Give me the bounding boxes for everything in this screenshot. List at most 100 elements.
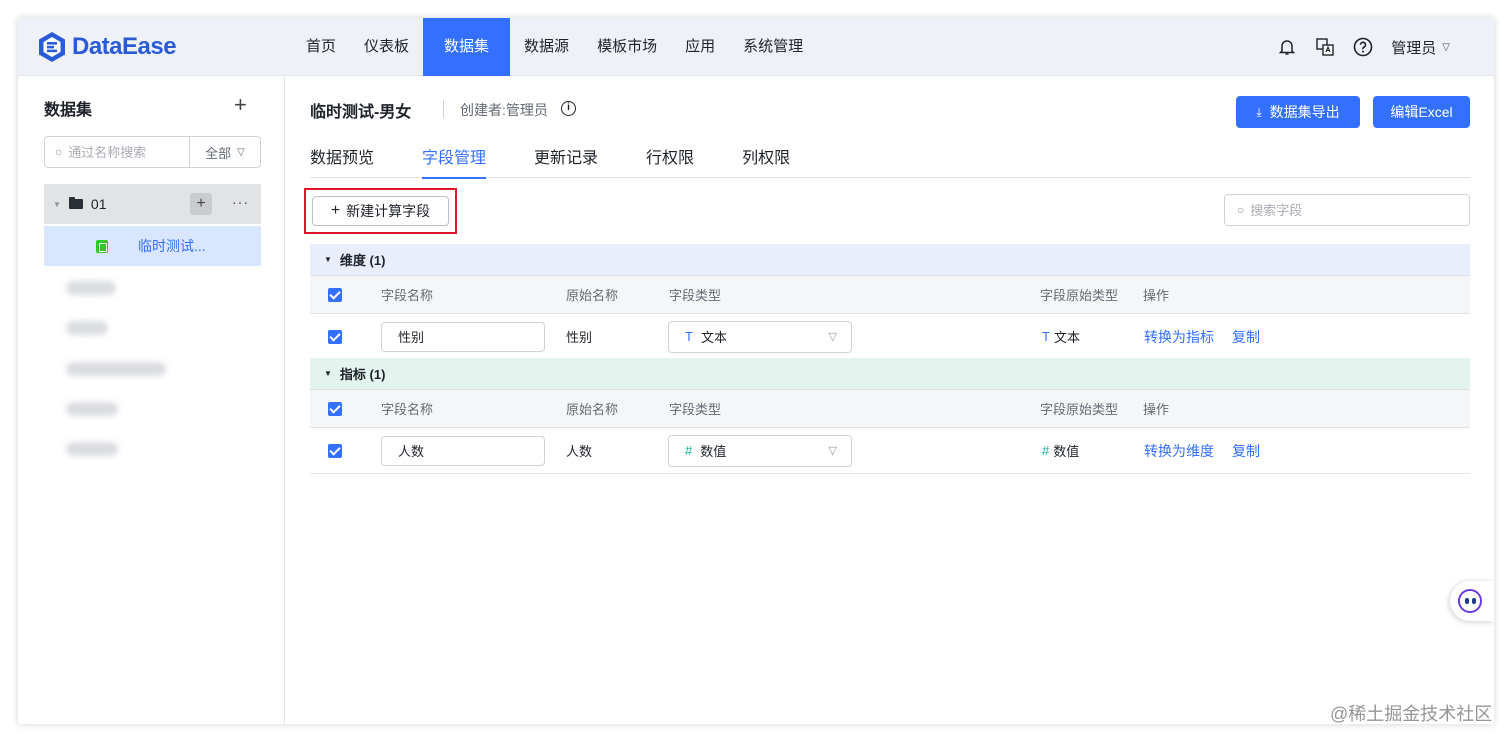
dimension-section-title: 维度 (1) bbox=[339, 253, 386, 268]
blurred-tree-item[interactable] bbox=[66, 442, 118, 456]
export-dataset-button[interactable]: ⤓ 数据集导出 bbox=[1236, 96, 1360, 128]
select-all-checkbox[interactable] bbox=[328, 287, 342, 302]
tree-folder-01[interactable]: ▼ 01 + ··· bbox=[44, 184, 261, 224]
origin-type: 数值 bbox=[1053, 444, 1080, 459]
origin-type: 文本 bbox=[1053, 330, 1080, 345]
tree-item-label: 临时测试... bbox=[138, 238, 206, 254]
add-in-folder-button[interactable]: + bbox=[190, 193, 212, 215]
header-origin-name: 原始名称 bbox=[566, 402, 619, 417]
blurred-tree-item[interactable] bbox=[66, 281, 116, 295]
blurred-tree-item[interactable] bbox=[66, 321, 108, 335]
download-icon: ⤓ bbox=[1256, 104, 1262, 119]
nav-item-home[interactable]: 首页 bbox=[292, 18, 350, 76]
edit-excel-button[interactable]: 编辑Excel bbox=[1373, 96, 1470, 128]
more-icon[interactable]: ··· bbox=[232, 194, 249, 210]
sidebar-search-input[interactable] bbox=[68, 144, 177, 160]
new-calculated-field-label: 新建计算字段 bbox=[346, 203, 431, 219]
copy-field-link[interactable]: 复制 bbox=[1232, 441, 1260, 461]
convert-to-metric-link[interactable]: 转换为指标 bbox=[1144, 327, 1214, 347]
tab-data-preview[interactable]: 数据预览 bbox=[310, 144, 374, 178]
nav-item-template-market[interactable]: 模板市场 bbox=[583, 18, 671, 76]
dimension-section-header[interactable]: ▼ 维度 (1) bbox=[310, 244, 1470, 276]
chevron-down-icon: ▽ bbox=[828, 330, 837, 343]
chevron-down-icon: ▽ bbox=[237, 146, 245, 158]
header-origin-type: 字段原始类型 bbox=[1040, 402, 1119, 417]
table-row: 性别 T 文本 ▽ T 文本 转换为指标 复制 bbox=[310, 314, 1470, 360]
header-field-name: 字段名称 bbox=[381, 288, 434, 303]
row-checkbox[interactable] bbox=[328, 329, 342, 344]
field-name-input[interactable] bbox=[381, 435, 545, 466]
add-dataset-icon[interactable]: + bbox=[234, 94, 247, 116]
tab-column-permissions[interactable]: 列权限 bbox=[742, 144, 790, 178]
number-type-icon: # bbox=[1042, 443, 1050, 458]
nav-item-datasource[interactable]: 数据源 bbox=[510, 18, 583, 76]
tree-item-dataset[interactable]: 临时测试... bbox=[44, 226, 261, 266]
dataset-title: 临时测试-男女 bbox=[310, 104, 412, 121]
field-type-value: 文本 bbox=[700, 330, 727, 345]
convert-to-dimension-link[interactable]: 转换为维度 bbox=[1144, 441, 1214, 461]
field-type-select[interactable]: T 文本 ▽ bbox=[668, 320, 852, 353]
sidebar-filter-select[interactable]: 全部 ▽ bbox=[189, 136, 261, 168]
plus-icon: + bbox=[330, 202, 341, 219]
origin-name: 性别 bbox=[566, 330, 593, 345]
origin-name: 人数 bbox=[566, 444, 593, 459]
user-menu[interactable]: 管理员 ▽ bbox=[1391, 37, 1450, 58]
number-type-icon: # bbox=[685, 443, 693, 458]
metric-table-header: 字段名称 原始名称 字段类型 字段原始类型 操作 bbox=[310, 390, 1470, 428]
new-calculated-field-button[interactable]: + 新建计算字段 bbox=[312, 196, 449, 226]
main-nav: 首页 仪表板 数据集 数据源 模板市场 应用 系统管理 bbox=[292, 18, 817, 76]
field-name-input[interactable] bbox=[381, 321, 545, 352]
nav-item-dataset[interactable]: 数据集 bbox=[423, 18, 511, 76]
app-name: DataEase bbox=[72, 33, 177, 60]
filter-value: 全部 bbox=[205, 145, 232, 161]
folder-icon bbox=[68, 197, 83, 209]
field-type-value: 数值 bbox=[700, 444, 727, 459]
sidebar-title: 数据集 bbox=[44, 102, 93, 119]
caret-down-icon[interactable]: ▼ bbox=[324, 255, 332, 264]
field-search[interactable]: ○ bbox=[1224, 194, 1470, 226]
blurred-tree-item[interactable] bbox=[66, 362, 166, 376]
header-field-type: 字段类型 bbox=[669, 288, 722, 303]
nav-item-dashboard[interactable]: 仪表板 bbox=[350, 18, 423, 76]
header-actions: 操作 bbox=[1143, 288, 1170, 303]
copy-field-link[interactable]: 复制 bbox=[1232, 327, 1260, 347]
help-icon[interactable] bbox=[1353, 37, 1373, 57]
app-window: DataEase 首页 仪表板 数据集 数据源 模板市场 应用 系统管理 管理员… bbox=[18, 18, 1494, 724]
info-icon[interactable]: i bbox=[561, 101, 576, 116]
highlight-box: + 新建计算字段 bbox=[304, 188, 457, 234]
dataset-sidebar: 数据集 + ○ 全部 ▽ ▼ 01 + ··· 临时测试... bbox=[18, 76, 285, 724]
dataease-logo-icon bbox=[39, 32, 65, 62]
header-actions: 操作 bbox=[1143, 402, 1170, 417]
field-type-select[interactable]: # 数值 ▽ bbox=[668, 434, 852, 467]
dataset-creator: 创建者:管理员 bbox=[460, 102, 548, 118]
select-all-checkbox[interactable] bbox=[328, 401, 342, 416]
sidebar-search[interactable]: ○ bbox=[44, 136, 190, 168]
row-checkbox[interactable] bbox=[328, 443, 342, 458]
table-row: 人数 # 数值 ▽ # 数值 转换为维度 复制 bbox=[310, 428, 1470, 474]
excel-dataset-icon bbox=[96, 239, 108, 253]
app-logo[interactable]: DataEase bbox=[36, 30, 177, 64]
caret-down-icon[interactable]: ▼ bbox=[53, 200, 61, 209]
text-type-icon: T bbox=[685, 329, 693, 344]
nav-item-apps[interactable]: 应用 bbox=[671, 18, 729, 76]
tab-update-records[interactable]: 更新记录 bbox=[534, 144, 598, 178]
tab-field-management[interactable]: 字段管理 bbox=[422, 144, 487, 179]
user-name: 管理员 bbox=[1391, 39, 1437, 57]
field-search-input[interactable] bbox=[1250, 202, 1451, 218]
tab-row-permissions[interactable]: 行权限 bbox=[646, 144, 694, 178]
search-icon: ○ bbox=[55, 145, 63, 159]
language-switch-icon[interactable] bbox=[1315, 37, 1335, 57]
top-right-actions: 管理员 ▽ bbox=[1277, 18, 1494, 76]
header-origin-type: 字段原始类型 bbox=[1040, 288, 1119, 303]
bell-icon[interactable] bbox=[1277, 37, 1297, 57]
dataset-tabs: 数据预览 字段管理 更新记录 行权限 列权限 bbox=[310, 144, 1470, 179]
text-type-icon: T bbox=[1042, 329, 1050, 344]
nav-item-system-management[interactable]: 系统管理 bbox=[729, 18, 817, 76]
folder-name: 01 bbox=[90, 196, 107, 212]
chevron-down-icon: ▽ bbox=[828, 444, 837, 457]
caret-down-icon[interactable]: ▼ bbox=[324, 369, 332, 378]
blurred-tree-item[interactable] bbox=[66, 402, 118, 416]
metric-section-header[interactable]: ▼ 指标 (1) bbox=[310, 358, 1470, 390]
assistant-float-button[interactable] bbox=[1450, 581, 1494, 621]
divider bbox=[443, 100, 444, 118]
